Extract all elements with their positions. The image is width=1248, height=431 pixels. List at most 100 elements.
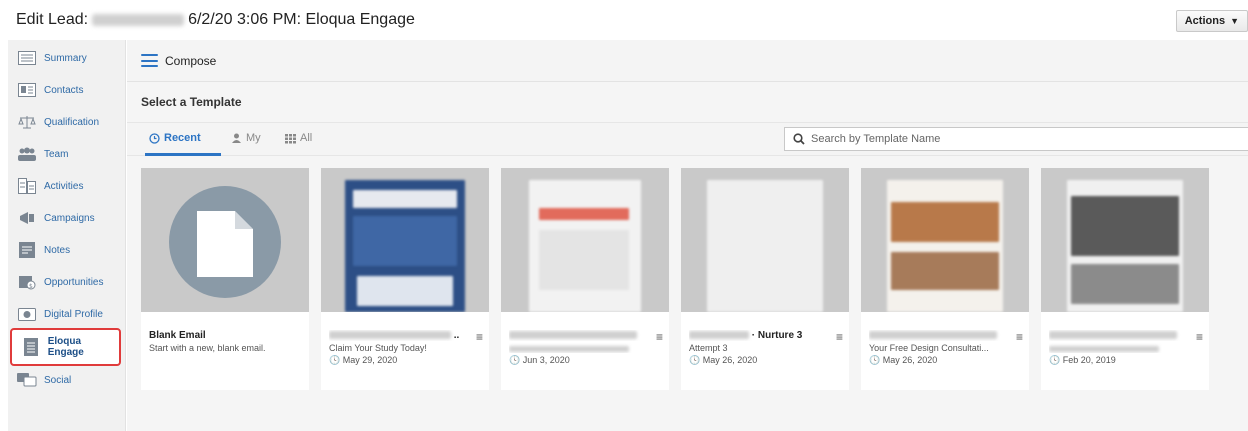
template-info: 🕓 Jun 3, 2020 ≡: [501, 312, 669, 390]
template-date-text: Feb 20, 2019: [1062, 355, 1116, 365]
page-header: Edit Lead: 6/2/20 3:06 PM: Eloqua Engage…: [0, 0, 1248, 40]
template-date-text: Jun 3, 2020: [522, 355, 570, 365]
select-template-heading: Select a Template: [141, 95, 242, 109]
sidebar-item-digital-profile[interactable]: Digital Profile: [8, 300, 126, 328]
template-card-blank-email[interactable]: Blank Email Start with a new, blank emai…: [141, 168, 309, 390]
sidebar-item-eloqua-engage[interactable]: Eloqua Engage: [10, 328, 121, 366]
sidebar-item-label: Team: [44, 148, 69, 160]
template-card[interactable]: 🕓 Jun 3, 2020 ≡: [501, 168, 669, 390]
search-input[interactable]: [811, 133, 1231, 145]
social-icon: [17, 372, 37, 388]
sidebar-item-label: Social: [44, 374, 72, 386]
template-search: [784, 127, 1248, 151]
template-subject: Attempt 3: [689, 343, 728, 353]
sidebar-item-notes[interactable]: Notes: [8, 236, 126, 264]
template-name: · Nurture 3: [689, 330, 841, 341]
tab-recent[interactable]: Recent: [149, 132, 201, 144]
template-date: 🕓 May 26, 2020: [689, 355, 841, 366]
sidebar-item-label: Opportunities: [44, 276, 104, 288]
compose-bar: Compose: [127, 40, 1248, 82]
grid-icon: [285, 133, 296, 143]
tab-all[interactable]: All: [285, 132, 312, 144]
sidebar-item-label: Digital Profile: [44, 308, 103, 320]
template-name: Blank Email: [149, 330, 206, 341]
sidebar-item-label: Campaigns: [44, 212, 95, 224]
sidebar-item-summary[interactable]: Summary: [8, 44, 126, 72]
template-thumbnail: [681, 168, 849, 312]
sidebar-item-opportunities[interactable]: $ Opportunities: [8, 268, 126, 296]
template-thumbnail: [141, 168, 309, 312]
camera-icon: [17, 306, 37, 322]
redacted-lead-name: [92, 14, 185, 26]
sidebar-item-campaigns[interactable]: Campaigns: [8, 204, 126, 232]
template-menu-icon[interactable]: ≡: [836, 330, 843, 344]
template-info: .. Claim Your Study Today! 🕓 May 29, 202…: [321, 312, 489, 390]
template-menu-icon[interactable]: ≡: [1016, 330, 1023, 344]
template-info: Your Free Design Consultati... 🕓 May 26,…: [861, 312, 1029, 390]
compose-label: Compose: [165, 53, 217, 68]
activities-icon: [17, 178, 37, 194]
template-menu-icon[interactable]: ≡: [656, 330, 663, 344]
sidebar-item-qualification[interactable]: Qualification: [8, 108, 126, 136]
sidebar-item-activities[interactable]: Activities: [8, 172, 126, 200]
template-date-text: May 26, 2020: [882, 355, 938, 365]
template-thumbnail: [321, 168, 489, 312]
sidebar-item-label: Qualification: [44, 116, 100, 128]
template-date: 🕓 May 26, 2020: [869, 355, 1021, 366]
template-name: ..: [329, 330, 481, 341]
opportunities-icon: $: [17, 274, 37, 290]
page-title-suffix: 6/2/20 3:06 PM: Eloqua Engage: [188, 11, 415, 28]
notes-icon: [17, 242, 37, 258]
megaphone-icon: [17, 210, 37, 226]
template-name: [869, 330, 1021, 341]
template-card[interactable]: .. Claim Your Study Today! 🕓 May 29, 202…: [321, 168, 489, 390]
sidebar-item-social[interactable]: Social: [8, 366, 126, 394]
template-subject: Start with a new, blank email.: [149, 343, 266, 353]
clock-icon: 🕓: [509, 355, 521, 365]
template-date: 🕓 May 29, 2020: [329, 355, 481, 366]
sidebar-item-contacts[interactable]: Contacts: [8, 76, 126, 104]
sidebar-item-label: Eloqua Engage: [47, 336, 84, 358]
clock-icon: [149, 132, 160, 144]
template-date: 🕓 Jun 3, 2020: [509, 355, 661, 366]
sidebar-item-label: Summary: [44, 52, 87, 64]
sidebar-item-team[interactable]: Team: [8, 140, 126, 168]
sidebar-item-label: Notes: [44, 244, 71, 256]
active-tab-indicator: [145, 153, 221, 156]
template-menu-icon[interactable]: ≡: [1196, 330, 1203, 344]
user-icon: [232, 133, 241, 143]
template-info: · Nurture 3 Attempt 3 🕓 May 26, 2020 ≡: [681, 312, 849, 390]
clock-icon: 🕓: [689, 355, 701, 365]
clock-icon: 🕓: [1049, 355, 1061, 365]
template-date-text: May 26, 2020: [702, 355, 758, 365]
template-info: Blank Email Start with a new, blank emai…: [141, 312, 309, 390]
caret-down-icon: ▼: [1230, 16, 1239, 26]
tab-my[interactable]: My: [231, 132, 261, 144]
document-icon: [21, 338, 41, 356]
clock-icon: 🕓: [869, 355, 881, 365]
template-info: 🕓 Feb 20, 2019 ≡: [1041, 312, 1209, 390]
template-subject: [1049, 343, 1201, 353]
template-thumbnail: [861, 168, 1029, 312]
template-card[interactable]: Your Free Design Consultati... 🕓 May 26,…: [861, 168, 1029, 390]
template-menu-icon[interactable]: ≡: [476, 330, 483, 344]
sidebar-item-label: Activities: [44, 180, 84, 192]
actions-button[interactable]: Actions ▼: [1175, 10, 1248, 32]
blank-document-icon: [197, 211, 253, 277]
template-name: [509, 330, 661, 341]
scale-icon: [17, 114, 37, 130]
sidebar: Summary Contacts Qualification Team Acti…: [8, 40, 126, 431]
template-thumbnail: [501, 168, 669, 312]
template-tabs: Recent My All: [127, 122, 1248, 156]
template-subject: Your Free Design Consultati...: [869, 343, 989, 353]
main-content: Compose Select a Template Recent My All …: [127, 40, 1248, 431]
svg-text:$: $: [29, 283, 33, 290]
template-card[interactable]: 🕓 Feb 20, 2019 ≡: [1041, 168, 1209, 390]
search-icon: [793, 133, 805, 145]
hamburger-menu-icon[interactable]: [141, 54, 158, 67]
sidebar-item-label: Contacts: [44, 84, 84, 96]
contacts-icon: [17, 82, 37, 98]
clock-icon: 🕓: [329, 355, 341, 365]
template-card[interactable]: · Nurture 3 Attempt 3 🕓 May 26, 2020 ≡: [681, 168, 849, 390]
template-subject: [509, 343, 661, 353]
